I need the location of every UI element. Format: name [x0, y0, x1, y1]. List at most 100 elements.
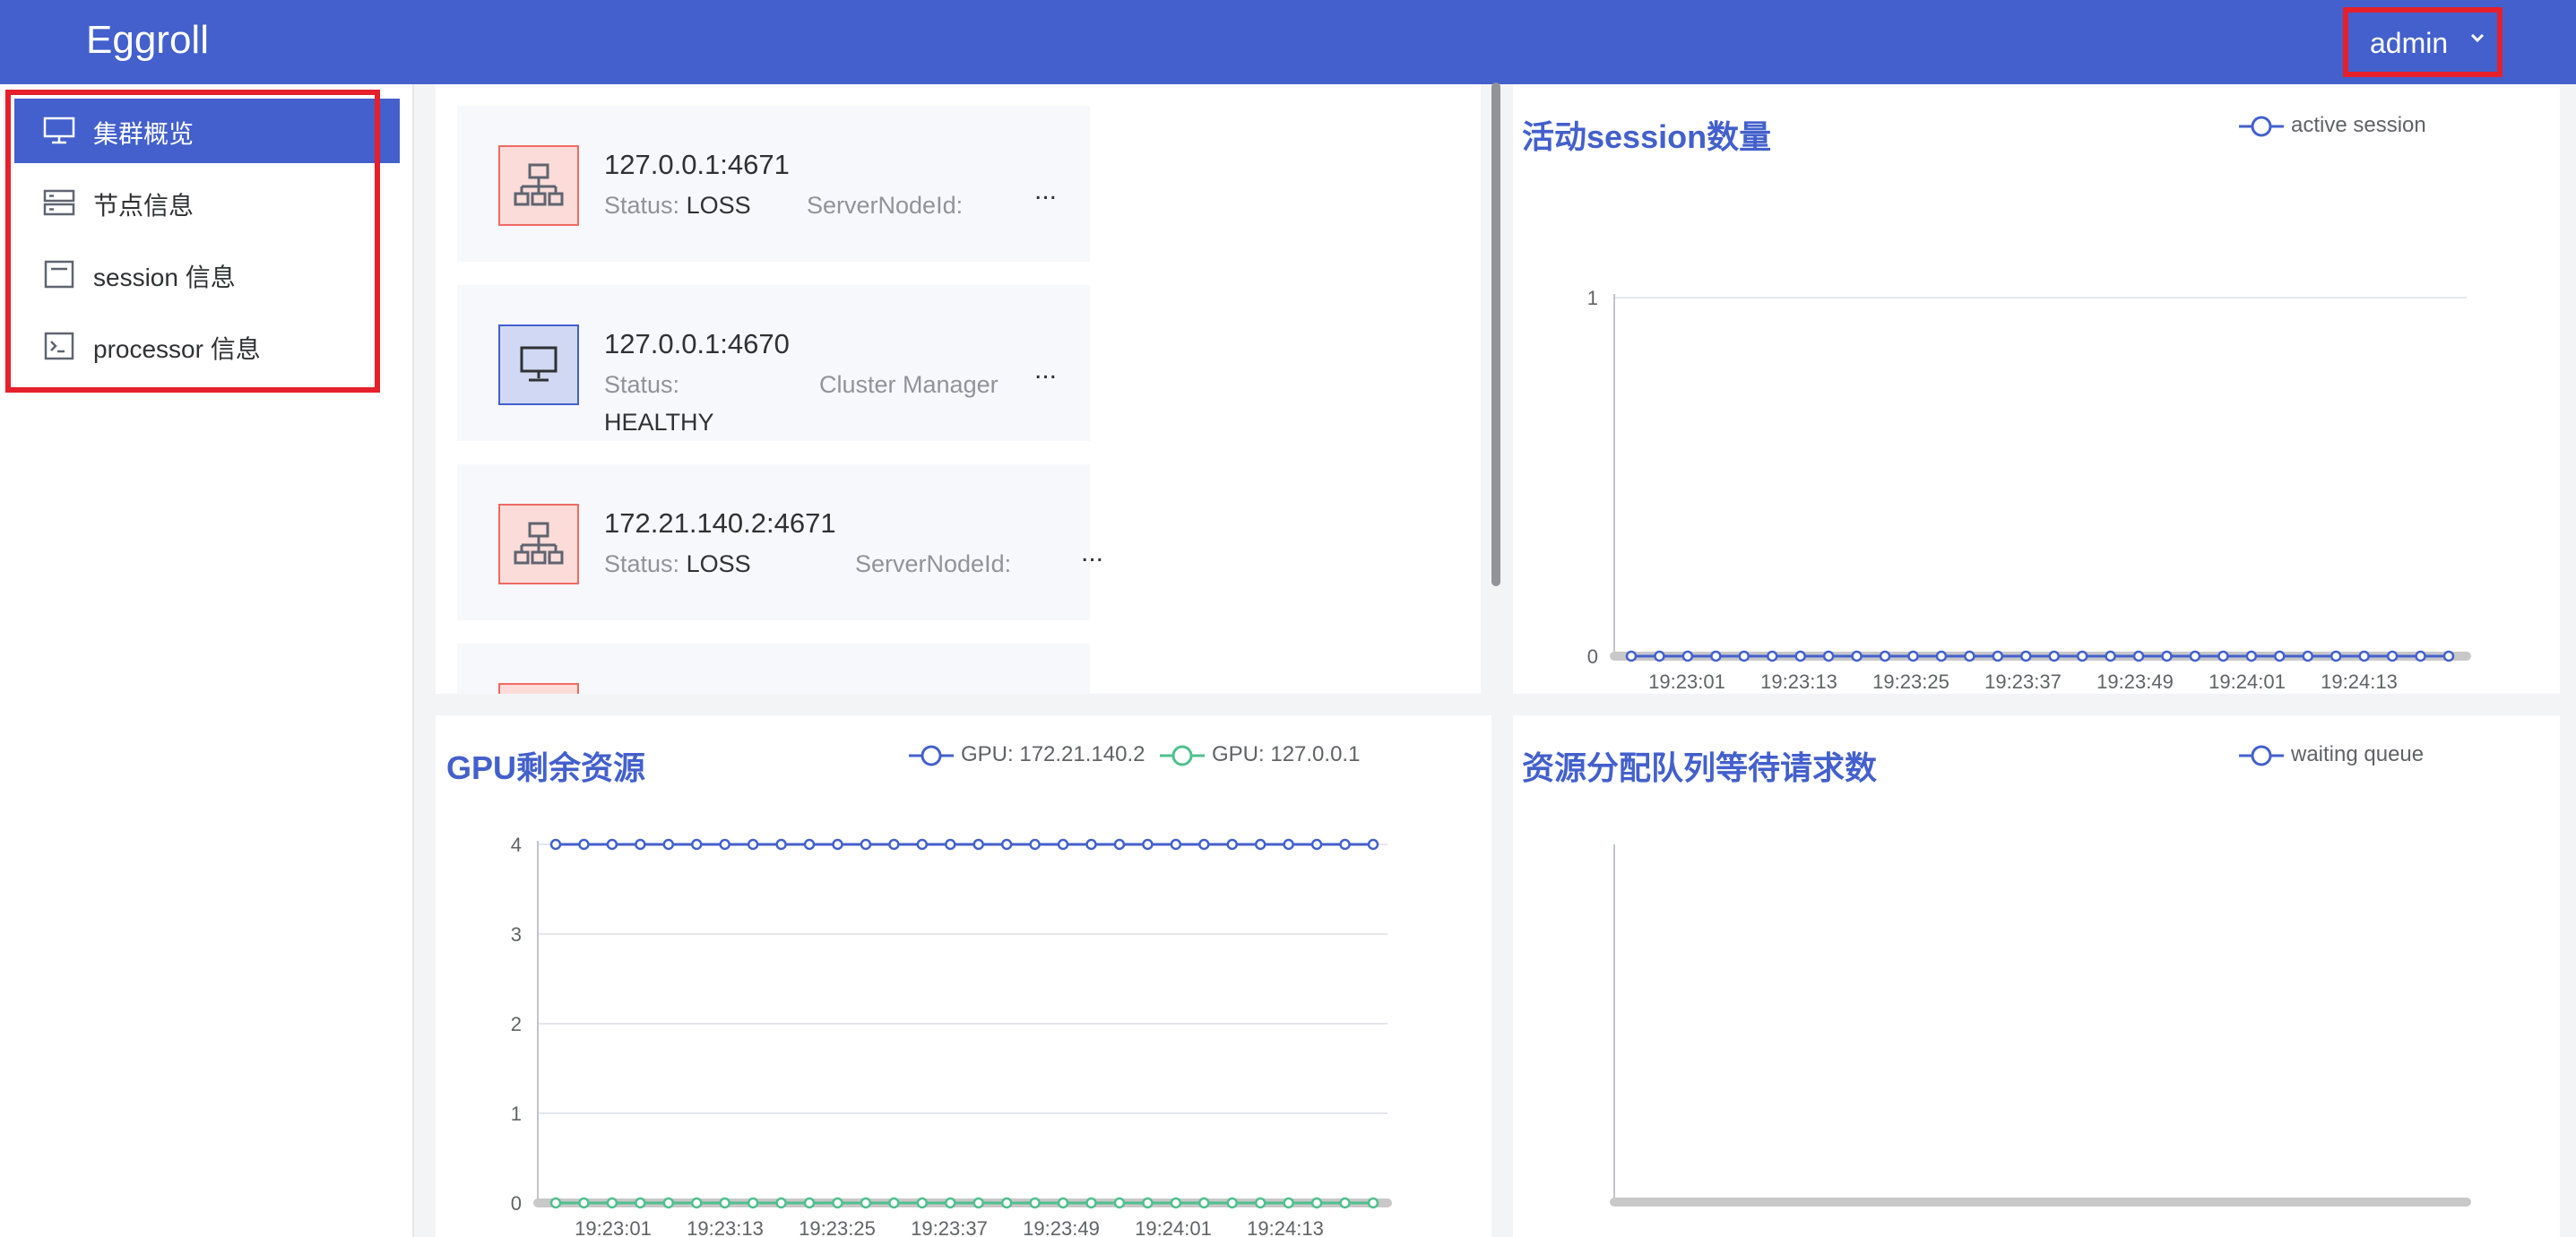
data-point — [1681, 650, 1694, 662]
data-point — [1879, 650, 1891, 662]
data-point — [662, 838, 675, 851]
data-point — [2161, 650, 2173, 662]
gpu-resource-chart: 0 1 2 3 4 19:23:01 19:23:13 19:23:25 19:23:37 19:… — [511, 834, 1392, 1237]
app-logo[interactable]: Eggroll — [86, 18, 209, 63]
node-status: Status: LOSS — [604, 550, 751, 578]
node-list-scrollbar[interactable] — [1491, 82, 1500, 586]
x-tick-label: 19:23:49 — [1023, 1217, 1100, 1237]
data-point — [1738, 650, 1750, 662]
data-point — [549, 838, 562, 851]
node-card[interactable]: 172.21.140.2:4671 Status: LOSS ServerNod… — [457, 464, 1103, 620]
y-tick-label: 1 — [1587, 287, 1598, 309]
data-point — [1310, 1197, 1323, 1209]
data-point — [1029, 1197, 1041, 1209]
x-tick-label: 19:24:01 — [1135, 1217, 1212, 1237]
data-point — [1710, 650, 1722, 662]
data-point — [1113, 1197, 1126, 1209]
chevron-down-icon[interactable] — [2470, 30, 2485, 45]
data-point — [1310, 838, 1323, 851]
data-point — [578, 1197, 590, 1209]
more-button[interactable]: ... — [1034, 355, 1057, 385]
data-point — [860, 1197, 872, 1209]
x-tick-label: 19:23:49 — [2096, 670, 2174, 693]
data-point — [832, 1197, 843, 1209]
user-menu[interactable]: admin — [2343, 7, 2503, 77]
node-role: ServerNodeId: — [807, 192, 964, 219]
data-point — [1794, 650, 1806, 662]
data-point — [775, 1197, 787, 1209]
data-point — [916, 1197, 929, 1209]
node-address: 127.0.0.1:4671 — [604, 149, 790, 180]
more-button[interactable]: ... — [1081, 538, 1103, 568]
data-point — [1339, 1197, 1351, 1209]
node-status-label: Status: — [604, 371, 680, 398]
node-status-value: HEALTHY — [604, 409, 714, 436]
node-address: 127.0.0.1:4670 — [604, 328, 790, 359]
data-point — [2105, 650, 2116, 662]
x-tick-label: 19:23:13 — [687, 1217, 764, 1237]
node-card[interactable] — [457, 644, 1090, 694]
data-point — [916, 838, 929, 851]
data-point — [832, 838, 843, 851]
top-header: Eggroll admin — [0, 0, 2576, 84]
network-icon — [498, 683, 579, 694]
x-tick-label: 19:24:13 — [1247, 1217, 1324, 1237]
x-tick-label: 19:24:01 — [2209, 670, 2286, 693]
data-point — [2274, 650, 2286, 662]
node-card[interactable]: 127.0.0.1:4670 Status: HEALTHY Cluster M… — [457, 285, 1090, 441]
data-point — [578, 838, 590, 851]
data-point — [1226, 1197, 1239, 1209]
data-point — [1000, 838, 1013, 851]
y-tick-label: 4 — [511, 834, 522, 856]
x-tick-label: 19:23:25 — [799, 1217, 876, 1237]
data-point — [635, 1197, 646, 1209]
data-point — [1198, 1197, 1210, 1209]
data-point — [1625, 650, 1638, 662]
more-button[interactable]: ... — [1034, 176, 1057, 206]
data-point — [690, 1197, 703, 1209]
status-label: Status: — [604, 550, 680, 577]
data-point — [1170, 838, 1182, 851]
data-point — [1000, 1197, 1013, 1209]
data-point — [1367, 1197, 1379, 1209]
y-tick-label: 0 — [511, 1192, 522, 1215]
data-point — [972, 838, 984, 851]
x-tick-label: 19:23:37 — [1984, 670, 2062, 693]
data-point — [747, 1197, 759, 1209]
data-point — [1992, 650, 2004, 662]
data-point — [1029, 838, 1041, 851]
data-point — [1057, 1197, 1069, 1209]
active-session-chart: 0 1 19:23:01 19:23:13 19:23:25 19:23:37 19:23:… — [1587, 287, 2471, 693]
node-list-panel: 127.0.0.1:4671 Status: LOSS ServerNodeId… — [436, 84, 1481, 694]
data-point — [1964, 650, 1975, 662]
status-value: LOSS — [686, 192, 751, 219]
data-point — [1142, 1197, 1154, 1209]
y-tick-label: 3 — [511, 923, 522, 946]
data-point — [549, 1197, 562, 1209]
network-icon — [498, 145, 579, 226]
data-point — [945, 838, 956, 851]
data-point — [2386, 650, 2399, 662]
node-card[interactable]: 127.0.0.1:4671 Status: LOSS ServerNodeId… — [457, 106, 1090, 262]
data-point — [719, 1197, 730, 1209]
node-role: ServerNodeId: — [855, 550, 1012, 577]
data-point — [1935, 650, 1948, 662]
data-point — [1339, 838, 1351, 851]
user-name[interactable]: admin — [2370, 27, 2448, 60]
data-point — [1766, 650, 1778, 662]
data-point — [606, 1197, 618, 1209]
data-point — [635, 838, 646, 851]
data-point — [1085, 838, 1097, 851]
data-point — [747, 838, 759, 851]
node-status: Status: LOSS — [604, 192, 751, 220]
data-point — [803, 838, 816, 851]
y-tick-label: 0 — [1587, 645, 1598, 668]
data-point — [2132, 650, 2145, 662]
data-point — [2076, 650, 2088, 662]
x-tick-label: 19:23:01 — [575, 1217, 652, 1237]
x-tick-label: 19:23:37 — [911, 1217, 988, 1237]
sidebar-highlight-box — [5, 90, 380, 393]
data-point — [2330, 650, 2342, 662]
data-point — [1198, 838, 1210, 851]
data-point — [1085, 1197, 1097, 1209]
